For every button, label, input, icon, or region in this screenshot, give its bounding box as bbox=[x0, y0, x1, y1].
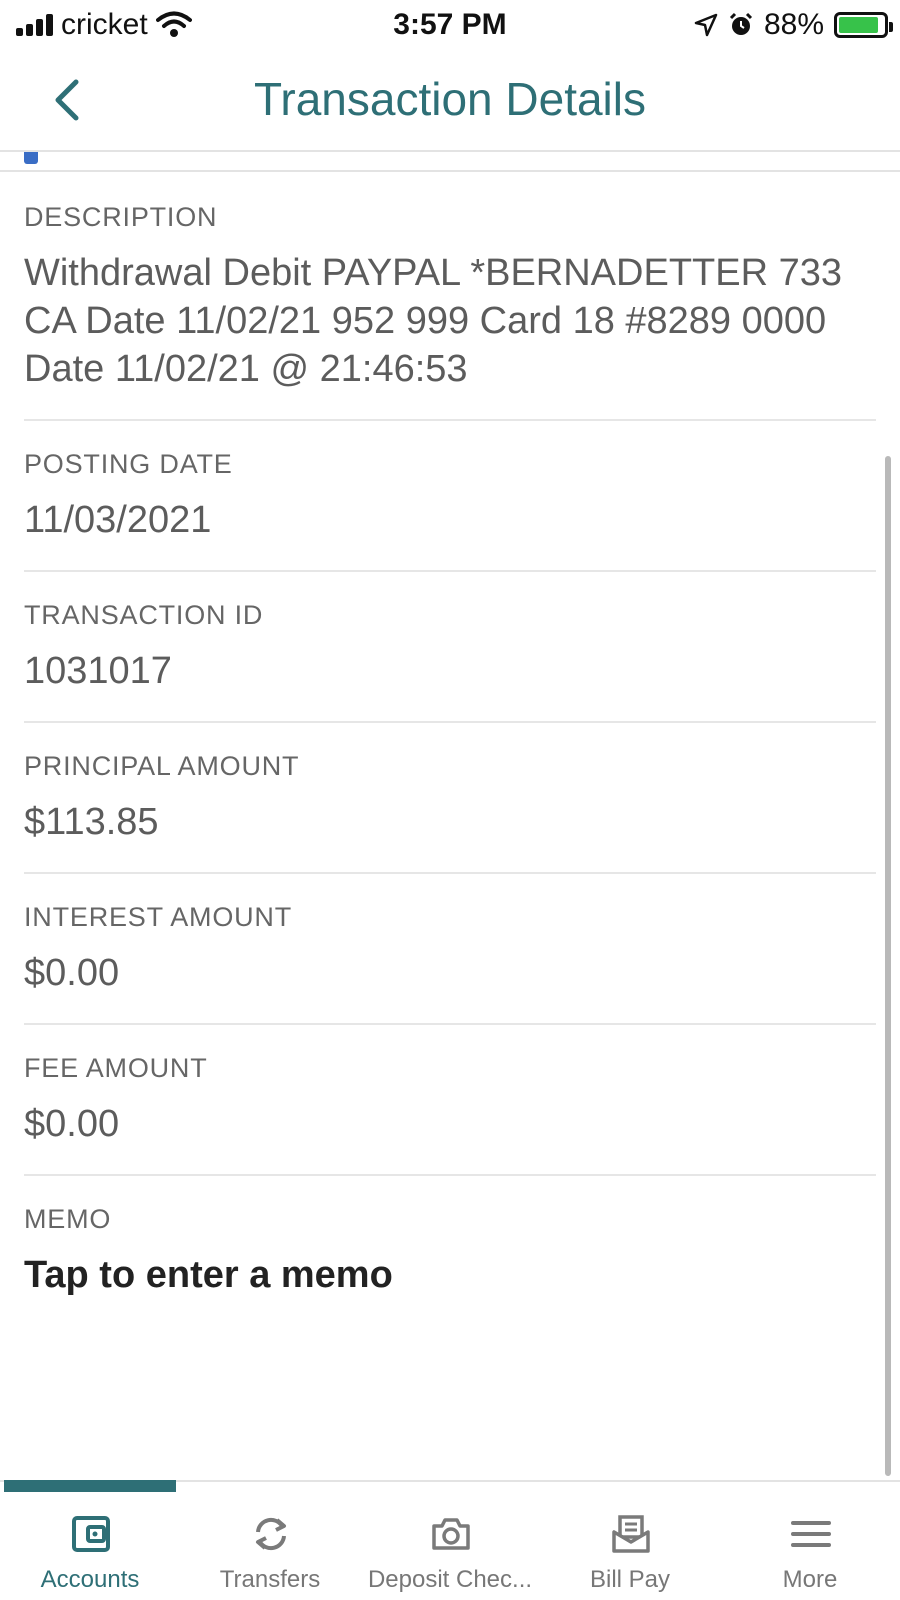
description-field: DESCRIPTION Withdrawal Debit PAYPAL *BER… bbox=[24, 174, 876, 421]
status-right: 88% bbox=[694, 8, 893, 42]
transaction-details: DESCRIPTION Withdrawal Debit PAYPAL *BER… bbox=[24, 174, 876, 1325]
memo-input[interactable]: Tap to enter a memo bbox=[24, 1251, 876, 1299]
menu-icon bbox=[791, 1521, 831, 1547]
page-title: Transaction Details bbox=[253, 73, 646, 125]
principal-amount-value: $113.85 bbox=[24, 801, 159, 843]
account-color-marker bbox=[24, 152, 38, 164]
memo-field[interactable]: MEMO Tap to enter a memo bbox=[24, 1176, 876, 1325]
nav-header: Transaction Details bbox=[0, 52, 900, 152]
battery-percent: 88% bbox=[763, 8, 824, 41]
interest-amount-field: INTEREST AMOUNT $0.00 bbox=[24, 874, 876, 1025]
description-label: DESCRIPTION bbox=[24, 202, 218, 232]
status-bar: cricket 3:57 PM 88% bbox=[0, 0, 900, 50]
account-color-strip bbox=[0, 152, 900, 172]
tab-label-more: More bbox=[782, 1566, 838, 1593]
posting-date-field: POSTING DATE 11/03/2021 bbox=[24, 421, 876, 572]
fee-amount-value: $0.00 bbox=[24, 1103, 120, 1145]
interest-amount-label: INTEREST AMOUNT bbox=[24, 902, 293, 932]
fee-amount-field: FEE AMOUNT $0.00 bbox=[24, 1025, 876, 1176]
tab-label-deposit-check: Deposit Chec... bbox=[367, 1566, 533, 1593]
tab-accounts[interactable]: Accounts bbox=[0, 1482, 180, 1600]
tab-bill-pay[interactable]: Bill Pay bbox=[540, 1482, 720, 1600]
transfer-arrows-icon bbox=[256, 1517, 286, 1551]
bill-inbox-icon bbox=[612, 1515, 650, 1553]
wallet-icon bbox=[72, 1516, 110, 1552]
scrollbar[interactable] bbox=[885, 456, 891, 1476]
transaction-id-field: TRANSACTION ID 1031017 bbox=[24, 572, 876, 723]
posting-date-label: POSTING DATE bbox=[24, 449, 233, 479]
memo-label: MEMO bbox=[24, 1204, 112, 1234]
transaction-id-label: TRANSACTION ID bbox=[24, 600, 264, 630]
alarm-icon bbox=[729, 12, 753, 35]
tab-label-bill-pay: Bill Pay bbox=[589, 1566, 671, 1593]
fee-amount-label: FEE AMOUNT bbox=[24, 1053, 208, 1083]
tab-label-accounts: Accounts bbox=[40, 1566, 140, 1593]
tab-deposit-check[interactable]: Deposit Chec... bbox=[360, 1482, 540, 1600]
principal-amount-label: PRINCIPAL AMOUNT bbox=[24, 751, 300, 781]
tab-transfers[interactable]: Transfers bbox=[180, 1482, 360, 1600]
principal-amount-field: PRINCIPAL AMOUNT $113.85 bbox=[24, 723, 876, 874]
description-value: Withdrawal Debit PAYPAL *BERNADETTER 733… bbox=[24, 252, 842, 390]
posting-date-value: 11/03/2021 bbox=[24, 499, 212, 541]
tab-label-transfers: Transfers bbox=[219, 1566, 321, 1593]
tab-bar: Accounts Transfers Deposit Chec... Bill … bbox=[0, 1480, 900, 1600]
interest-amount-value: $0.00 bbox=[24, 952, 120, 994]
tab-more[interactable]: More bbox=[720, 1482, 900, 1600]
transaction-id-value: 1031017 bbox=[24, 650, 172, 692]
location-icon bbox=[694, 13, 718, 37]
camera-icon bbox=[432, 1518, 470, 1550]
battery-charging-icon bbox=[834, 12, 893, 38]
